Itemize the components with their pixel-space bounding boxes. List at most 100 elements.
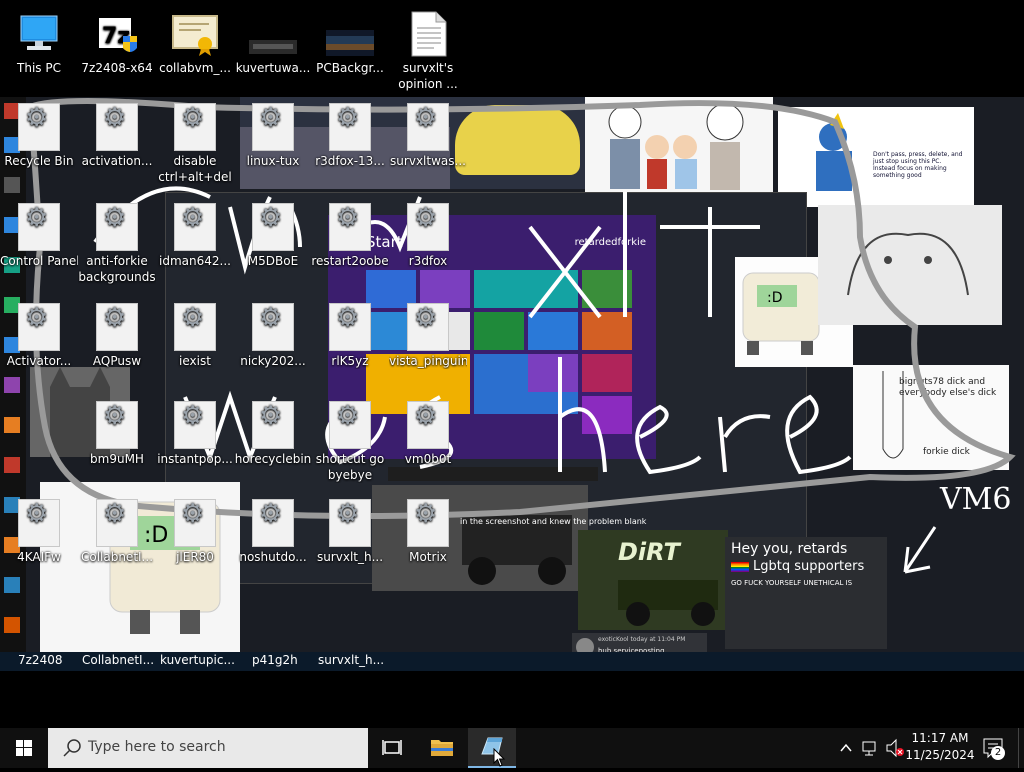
wallpaper-desktop-icon: linux-tux: [234, 99, 312, 169]
wallpaper-collage: Don't pass, press, delete, and just stop…: [0, 97, 1024, 671]
lgbtq-text: Lgbtq supporters: [753, 559, 865, 574]
wallpaper-desktop-icon: disable ctrl+alt+del: [156, 99, 234, 185]
desktop-icon-collabvm-cert[interactable]: collabvm_...: [156, 6, 234, 76]
shortcut-icon: [249, 203, 297, 251]
desktop-icon-kuvertuwa[interactable]: kuvertuwa...: [234, 6, 312, 76]
win8-tile-ie: [528, 312, 578, 350]
go-text: GO FUCK YOURSELF UNETHICAL IS: [731, 579, 853, 587]
wallpaper-inner-taskbar: 7z2408 CollabnetI... kuvertupic... p41g2…: [0, 652, 1024, 671]
wallpaper-desktop-icon: shortcut go byebye: [311, 397, 389, 483]
tray-overflow-button[interactable]: [836, 728, 856, 768]
shortcut-icon: [404, 499, 452, 547]
gear-icon: [96, 103, 138, 151]
wallpaper-desktop-icon: Activator...: [0, 299, 78, 369]
inner-taskbar-item: CollabnetI...: [82, 653, 155, 667]
shortcut-icon: [93, 103, 141, 151]
shortcut-icon: [249, 401, 297, 449]
start-button[interactable]: [0, 728, 48, 768]
gear-icon: [252, 103, 294, 151]
wallpaper-icon-label: horecyclebin: [234, 452, 312, 466]
desktop-icon-7z-installer[interactable]: 7z 7z2408-x64: [78, 6, 156, 76]
action-center-button[interactable]: 2: [978, 728, 1008, 768]
wallpaper-desktop-icon: rlK5yz: [311, 299, 389, 369]
wallpaper-desktop-icon: M5DBoE: [234, 199, 312, 269]
7zip-installer-icon: 7z: [93, 10, 141, 58]
wallpaper-icon-label: activation...: [81, 154, 153, 168]
gear-icon: [252, 203, 294, 251]
shortcut-icon: [326, 203, 374, 251]
desktop-icon-label: collabvm_...: [159, 61, 231, 75]
svg-text::D: :D: [767, 290, 783, 306]
shortcut-icon: [171, 303, 219, 351]
desktop-icon-this-pc[interactable]: This PC: [0, 6, 78, 76]
shortcut-icon: [93, 203, 141, 251]
gear-icon: [407, 401, 449, 449]
gear-icon: [18, 203, 60, 251]
wallpaper-desktop-icon: jlER80: [156, 495, 234, 565]
wallpaper-icon-label: Activator...: [6, 354, 72, 368]
network-button[interactable]: [860, 728, 882, 768]
wallpaper-icon-label: M5DBoE: [247, 254, 299, 268]
clock-date: 11/25/2024: [905, 748, 975, 762]
file-explorer-button[interactable]: [418, 728, 466, 768]
wallpaper-desktop-icon: restart2oobe: [311, 199, 389, 269]
shortcut-icon: [326, 303, 374, 351]
gear-icon: [329, 103, 371, 151]
wallpaper-desktop-icon: bm9uMH: [78, 397, 156, 467]
taskbar-search-box[interactable]: Type here to search: [48, 728, 368, 768]
app-window-icon: [481, 737, 503, 755]
gear-icon: [329, 203, 371, 251]
active-app-button[interactable]: [468, 728, 516, 768]
win8-tile-photos: [474, 270, 578, 308]
desktop-icon-label: 7z2408-x64: [81, 61, 153, 75]
show-desktop-button[interactable]: [1018, 728, 1024, 768]
clock-time: 11:17 AM: [911, 731, 969, 745]
shortcut-icon: [404, 303, 452, 351]
gear-icon: [329, 401, 371, 449]
wallpaper-desktop-icon: r3dfox-13...: [311, 99, 389, 169]
wallpaper-desktop-icon: Control Panel: [0, 199, 78, 269]
gear-icon: [96, 499, 138, 547]
wallpaper-mini-taskbar: [388, 467, 598, 481]
wallpaper-icon-label: disable ctrl+alt+del: [158, 154, 232, 184]
taskbar: Type here to search 11:17 AM 11/25/2024 …: [0, 728, 1024, 768]
win8-tile-help: [582, 312, 632, 350]
gear-icon: [407, 203, 449, 251]
desktop-icon-label: This PC: [17, 61, 61, 75]
folder-icon: [431, 740, 453, 756]
wallpaper-icon-label: iexist: [179, 354, 211, 368]
wallpaper-desktop-icon: Recycle Bin: [0, 99, 78, 169]
gear-icon: [407, 103, 449, 151]
desktop-icon-pcbackground[interactable]: PCBackgr...: [311, 6, 389, 76]
wallpaper-desktop-icon: horecyclebin: [234, 397, 312, 467]
wallpaper-icon-label: CollabnetI...: [80, 550, 154, 564]
wallpaper-desktop-icon: anti-forkie backgrounds: [78, 199, 156, 285]
chevron-up-icon: [840, 743, 852, 752]
win8-tile-store: [582, 270, 632, 308]
wallpaper-desktop-icon: iexist: [156, 299, 234, 369]
wallpaper-icon-label: idman642...: [159, 254, 231, 268]
desktop-icon-label: kuvertuwa...: [235, 61, 311, 75]
clock[interactable]: 11:17 AM 11/25/2024: [905, 730, 975, 764]
gear-icon: [252, 499, 294, 547]
shortcut-icon: [171, 499, 219, 547]
shortcut-icon: [326, 401, 374, 449]
desktop-icon-label: survxlt's opinion ...: [398, 61, 458, 91]
windows-logo-icon: [16, 740, 32, 756]
wallpaper-chat-picture: Hey you, retards Lgbtq supporters GO FUC…: [725, 537, 887, 649]
gear-icon: [174, 203, 216, 251]
volume-button[interactable]: [884, 728, 906, 768]
wallpaper-icon-label: survxltwas...: [390, 154, 466, 168]
task-view-button[interactable]: [368, 728, 416, 768]
note-drawing-text: bignuts78 dick and everybody else's dick: [899, 377, 997, 398]
shortcut-icon: [326, 103, 374, 151]
wallpaper-desktop-icon: vm0b0t: [389, 397, 467, 467]
wallpaper-icon-label: r3dfox-13...: [315, 154, 385, 168]
volume-muted-icon: [886, 738, 904, 758]
desktop-icon-survxlt-opinion[interactable]: survxlt's opinion ...: [389, 6, 467, 92]
wallpaper-sketch-picture: [818, 205, 1002, 325]
network-icon: [862, 741, 876, 756]
wallpaper-icon-label: jlER80: [176, 550, 214, 564]
wallpaper-cartoon-group: [585, 97, 773, 197]
wallpaper-desktop-icon: 4KAIFw: [0, 495, 78, 565]
